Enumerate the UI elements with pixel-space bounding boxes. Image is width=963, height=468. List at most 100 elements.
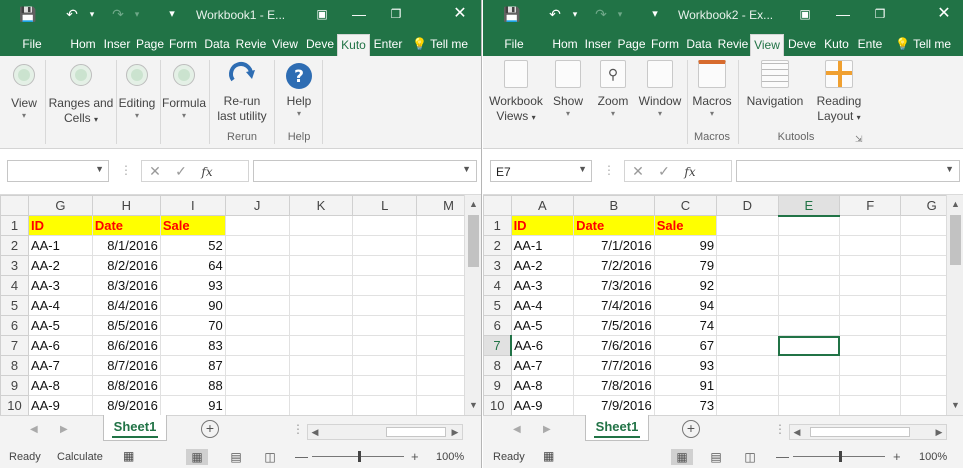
- cell[interactable]: [777, 395, 841, 415]
- cell[interactable]: AA-2: [27, 255, 93, 276]
- cell[interactable]: [716, 335, 779, 356]
- cell[interactable]: AA-8: [27, 375, 93, 396]
- tab-view[interactable]: View: [268, 34, 302, 56]
- cell[interactable]: [839, 215, 902, 236]
- scroll-down-icon[interactable]: ▼: [947, 397, 963, 414]
- scroll-up-icon[interactable]: ▲: [947, 196, 963, 213]
- cell[interactable]: [716, 355, 779, 376]
- row-header[interactable]: 8: [0, 355, 29, 376]
- column-header[interactable]: C: [653, 195, 718, 216]
- zoom-in-icon[interactable]: +: [893, 449, 901, 464]
- cell[interactable]: 73: [653, 395, 718, 415]
- select-all-corner[interactable]: [0, 195, 29, 216]
- cell[interactable]: [716, 255, 779, 276]
- enter-icon[interactable]: ✓: [651, 161, 677, 181]
- cell[interactable]: [716, 395, 779, 415]
- cell[interactable]: [839, 375, 902, 396]
- cell[interactable]: 83: [159, 335, 226, 356]
- show-button[interactable]: Show ▾: [549, 58, 587, 119]
- select-all-corner[interactable]: [483, 195, 512, 216]
- row-header[interactable]: 7: [483, 335, 513, 356]
- cancel-icon[interactable]: ✕: [142, 161, 168, 181]
- cell[interactable]: 7/9/2016: [573, 395, 655, 415]
- page-break-preview-icon[interactable]: ◫: [739, 449, 761, 465]
- save-icon[interactable]: 💾: [502, 4, 522, 24]
- cell[interactable]: AA-9: [27, 395, 93, 415]
- page-layout-view-icon[interactable]: ▤: [705, 449, 727, 465]
- column-header[interactable]: J: [224, 195, 290, 216]
- row-header[interactable]: 5: [0, 295, 29, 316]
- tab-formulas[interactable]: Form: [649, 34, 681, 56]
- row-header[interactable]: 10: [483, 395, 512, 415]
- cell[interactable]: [716, 315, 779, 336]
- cell[interactable]: [288, 335, 354, 356]
- cell[interactable]: [352, 315, 418, 336]
- customize-toolbar-icon[interactable]: ▾: [645, 4, 665, 24]
- column-header[interactable]: L: [352, 195, 418, 216]
- cell[interactable]: [352, 355, 418, 376]
- cell[interactable]: [288, 275, 354, 296]
- tab-home[interactable]: Hom: [549, 34, 581, 56]
- vertical-scrollbar[interactable]: ▲ ▼: [946, 195, 963, 415]
- cell[interactable]: 94: [653, 295, 718, 316]
- restore-icon[interactable]: ❐: [870, 4, 890, 24]
- tab-kutools[interactable]: Kuto: [337, 34, 370, 56]
- cell[interactable]: 7/4/2016: [573, 295, 655, 316]
- cell[interactable]: [777, 315, 841, 336]
- worksheet-grid[interactable]: G H I J K L M 1 ID Date Sale 2 AA-1 8/1/…: [0, 195, 481, 415]
- row-header[interactable]: 2: [0, 235, 29, 256]
- cell[interactable]: [224, 355, 290, 376]
- cell[interactable]: 8/4/2016: [91, 295, 161, 316]
- expand-formula-bar-icon[interactable]: ▼: [945, 164, 954, 174]
- cell[interactable]: [288, 215, 354, 236]
- cell[interactable]: 7/1/2016: [573, 235, 655, 256]
- cell[interactable]: [777, 375, 841, 396]
- restore-icon[interactable]: ❐: [386, 4, 406, 24]
- cell[interactable]: [716, 215, 779, 236]
- cell[interactable]: [224, 375, 290, 396]
- cell[interactable]: AA-3: [510, 275, 575, 296]
- tab-insert[interactable]: Inser: [582, 34, 614, 56]
- tab-formulas[interactable]: Form: [167, 34, 199, 56]
- sheet-next-icon[interactable]: ▶: [60, 424, 68, 435]
- row-header[interactable]: 4: [0, 275, 29, 296]
- tell-me-search[interactable]: 💡 Tell me: [412, 34, 481, 56]
- row-header[interactable]: 2: [483, 235, 512, 256]
- insert-function-icon[interactable]: fx: [194, 162, 220, 182]
- cell[interactable]: AA-5: [510, 315, 575, 336]
- tab-kutools[interactable]: Kuto: [820, 34, 853, 56]
- cell[interactable]: [224, 275, 290, 296]
- column-header[interactable]: K: [288, 195, 354, 216]
- save-icon[interactable]: 💾: [18, 4, 38, 24]
- cell[interactable]: [352, 275, 418, 296]
- column-header[interactable]: G: [27, 195, 93, 216]
- cell[interactable]: 7/5/2016: [573, 315, 655, 336]
- tab-enterprise[interactable]: Enter: [371, 34, 405, 56]
- cell[interactable]: 90: [159, 295, 226, 316]
- row-header[interactable]: 7: [0, 335, 29, 356]
- cell[interactable]: 93: [653, 355, 718, 376]
- cell[interactable]: AA-6: [510, 335, 575, 356]
- cell[interactable]: [288, 255, 354, 276]
- chevron-down-icon[interactable]: ▼: [95, 164, 104, 174]
- cell[interactable]: Sale: [159, 215, 226, 236]
- worksheet-grid[interactable]: A B C D E F G 1 ID Date Sale 2 AA-1 7/1/…: [483, 195, 963, 415]
- scroll-right-icon[interactable]: ▶: [932, 425, 946, 439]
- cell[interactable]: AA-6: [27, 335, 93, 356]
- cell[interactable]: 8/5/2016: [91, 315, 161, 336]
- row-header[interactable]: 9: [483, 375, 512, 396]
- formula-input[interactable]: ▼: [736, 160, 960, 182]
- row-header[interactable]: 5: [483, 295, 512, 316]
- normal-view-icon[interactable]: ▦: [671, 449, 693, 465]
- cell[interactable]: [716, 295, 779, 316]
- undo-icon[interactable]: ↶: [545, 4, 565, 24]
- scroll-down-icon[interactable]: ▼: [465, 397, 481, 414]
- zoom-slider[interactable]: [793, 451, 885, 462]
- cell[interactable]: [839, 255, 902, 276]
- macro-recording-icon[interactable]: ▦: [543, 449, 554, 463]
- scroll-thumb[interactable]: [810, 427, 910, 437]
- scroll-up-icon[interactable]: ▲: [465, 196, 481, 213]
- cell[interactable]: [224, 215, 290, 236]
- column-header[interactable]: E: [777, 195, 841, 217]
- add-sheet-icon[interactable]: +: [201, 420, 219, 438]
